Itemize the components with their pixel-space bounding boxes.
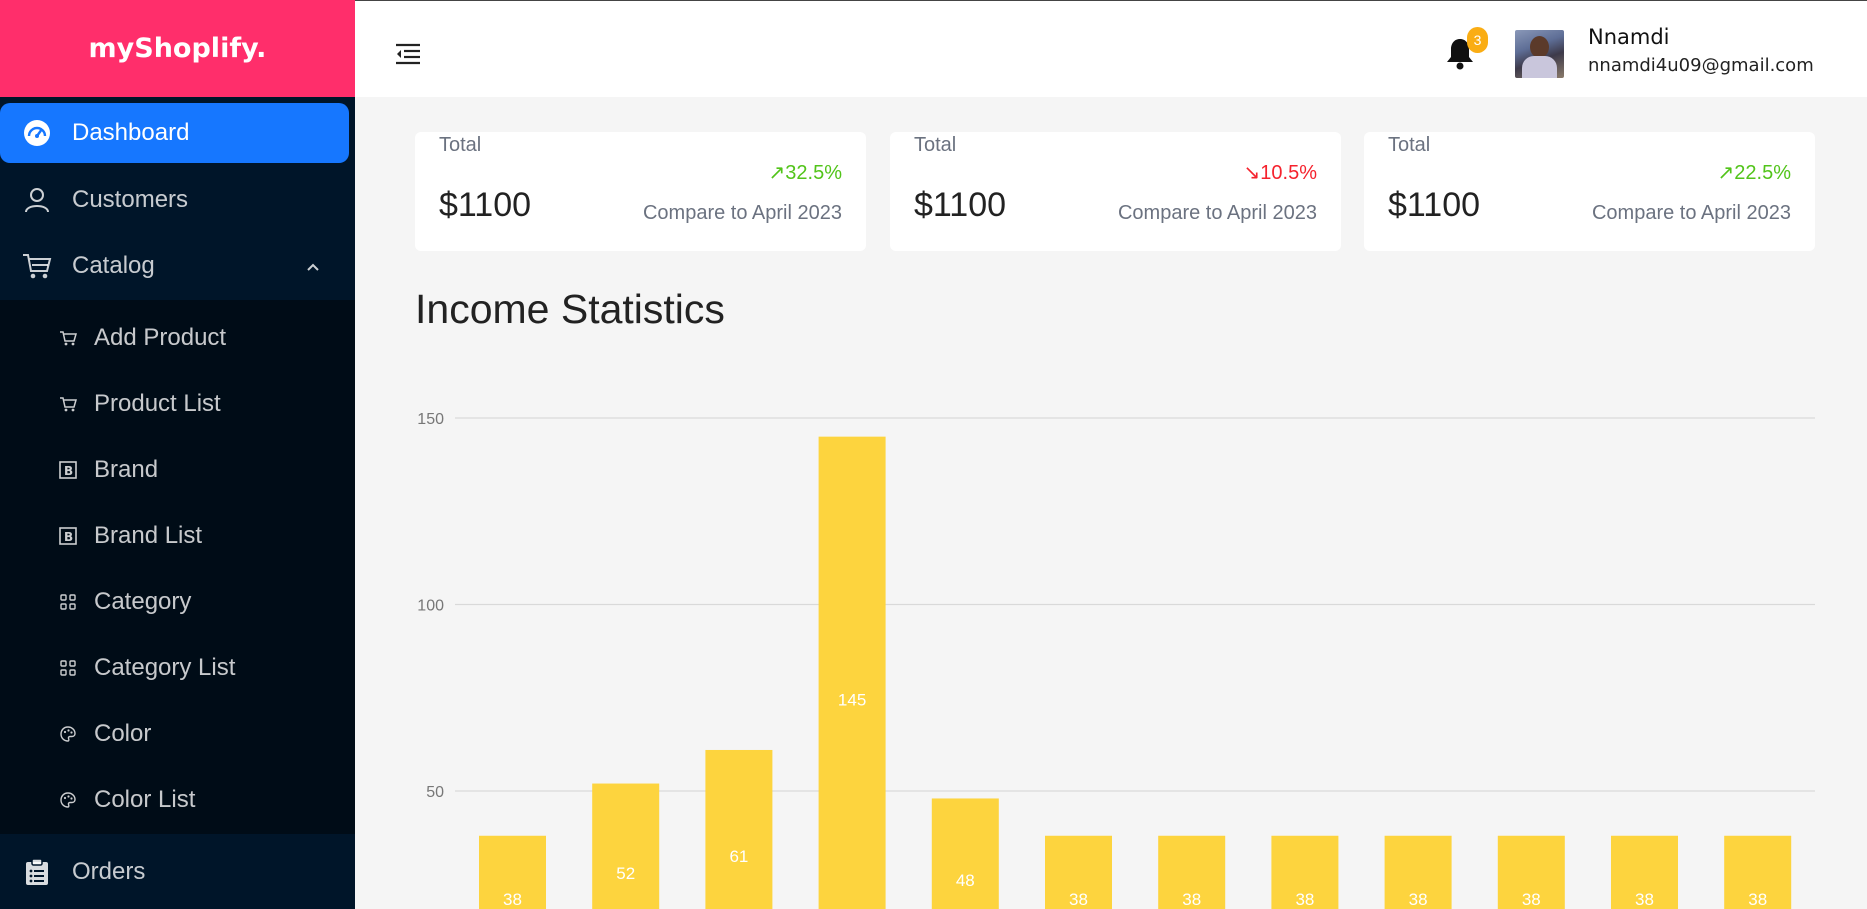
bar-value-label: 38 xyxy=(1069,890,1088,909)
sidebar: myShoplify. Dashboard Customers Catalog … xyxy=(0,0,355,909)
sidebar-item-brand-list[interactable]: B Brand List xyxy=(0,506,355,566)
card-change: ↘10.5% xyxy=(1243,162,1317,184)
sidebar-item-color[interactable]: Color xyxy=(0,704,355,764)
category-icon xyxy=(58,592,78,612)
palette-icon xyxy=(58,790,78,810)
sidebar-item-label: Add Product xyxy=(94,324,227,351)
sidebar-item-label: Orders xyxy=(72,858,146,885)
sidebar-item-label: Category List xyxy=(94,654,236,681)
dashboard-icon xyxy=(22,118,52,148)
avatar[interactable] xyxy=(1515,30,1564,78)
sidebar-item-category-list[interactable]: Category List xyxy=(0,638,355,698)
sidebar-item-label: Brand xyxy=(94,456,159,483)
sidebar-item-brand[interactable]: B Brand xyxy=(0,440,355,500)
cart-icon xyxy=(22,251,52,281)
chart-bar[interactable] xyxy=(818,436,886,909)
notification-badge: 3 xyxy=(1467,27,1488,53)
stat-card: Total ↘10.5% $1100 Compare to April 2023 xyxy=(890,132,1341,251)
chart-bar[interactable] xyxy=(931,798,999,909)
bar-value-label: 48 xyxy=(956,871,975,890)
card-label: Total xyxy=(1388,134,1431,156)
section-title: Income Statistics xyxy=(415,286,725,332)
income-bar-chart: 150 100 50 38 52 61 145 48 38 38 38 38 38 38 38 xyxy=(417,411,1815,909)
svg-text:B: B xyxy=(64,530,73,544)
bar-value-label: 38 xyxy=(1635,890,1654,909)
sidebar-item-dashboard[interactable]: Dashboard xyxy=(0,103,349,163)
sidebar-item-product-list[interactable]: Product List xyxy=(0,374,355,434)
card-amount: $1100 xyxy=(1388,186,1481,224)
bar-value-label: 38 xyxy=(1295,890,1314,909)
card-amount: $1100 xyxy=(439,186,532,224)
stat-card: Total ↗22.5% $1100 Compare to April 2023 xyxy=(1364,132,1815,251)
brand-icon: B xyxy=(58,526,78,546)
bar-value-label: 38 xyxy=(1182,890,1201,909)
brand-logo[interactable]: myShoplify. xyxy=(0,0,355,97)
chevron-up-icon xyxy=(305,254,321,282)
sidebar-item-customers[interactable]: Customers xyxy=(0,170,355,230)
y-tick-label: 50 xyxy=(426,784,444,801)
cart-icon xyxy=(58,394,78,414)
y-tick-label: 100 xyxy=(417,598,444,615)
y-tick-label: 150 xyxy=(417,411,444,428)
card-compare: Compare to April 2023 xyxy=(642,202,842,224)
card-compare: Compare to April 2023 xyxy=(1591,202,1791,224)
card-label: Total xyxy=(914,134,957,156)
card-change: ↗22.5% xyxy=(1717,162,1791,184)
top-header: 3 Nnamdi nnamdi4u09@gmail.com xyxy=(355,0,1867,97)
sidebar-item-label: Brand List xyxy=(94,522,203,549)
sidebar-item-orders[interactable]: Orders xyxy=(0,842,355,902)
user-name: Nnamdi xyxy=(1588,25,1670,49)
user-icon xyxy=(22,185,52,215)
bar-value-label: 38 xyxy=(1522,890,1541,909)
sidebar-item-label: Category xyxy=(94,588,192,615)
cart-icon xyxy=(58,328,78,348)
card-label: Total xyxy=(439,134,482,156)
card-change: ↗32.5% xyxy=(768,162,842,184)
bar-value-label: 61 xyxy=(729,847,748,866)
palette-icon xyxy=(58,724,78,744)
sidebar-item-catalog[interactable]: Catalog xyxy=(0,236,355,296)
sidebar-item-category[interactable]: Category xyxy=(0,572,355,632)
bar-value-label: 145 xyxy=(838,690,866,709)
card-amount: $1100 xyxy=(914,186,1007,224)
sidebar-item-label: Color List xyxy=(94,786,196,813)
svg-text:B: B xyxy=(64,464,73,478)
bar-value-label: 52 xyxy=(616,864,635,883)
menu-fold-icon[interactable] xyxy=(395,43,421,70)
sidebar-item-add-product[interactable]: Add Product xyxy=(0,308,355,368)
bar-value-label: 38 xyxy=(1748,890,1767,909)
bar-value-label: 38 xyxy=(503,890,522,909)
chart-bar[interactable] xyxy=(592,783,660,909)
sidebar-item-color-list[interactable]: Color List xyxy=(0,770,355,830)
sidebar-item-label: Catalog xyxy=(72,252,155,279)
sidebar-item-label: Product List xyxy=(94,390,221,417)
sidebar-item-label: Customers xyxy=(72,186,189,213)
brand-icon: B xyxy=(58,460,78,480)
user-email: nnamdi4u09@gmail.com xyxy=(1588,55,1814,76)
stat-card: Total ↗32.5% $1100 Compare to April 2023 xyxy=(415,132,866,251)
clipboard-icon xyxy=(22,857,52,887)
sidebar-item-label: Dashboard xyxy=(72,119,190,146)
sidebar-item-label: Color xyxy=(94,720,152,747)
card-compare: Compare to April 2023 xyxy=(1117,202,1317,224)
category-icon xyxy=(58,658,78,678)
bar-value-label: 38 xyxy=(1409,890,1428,909)
chart-bar[interactable] xyxy=(705,749,773,909)
